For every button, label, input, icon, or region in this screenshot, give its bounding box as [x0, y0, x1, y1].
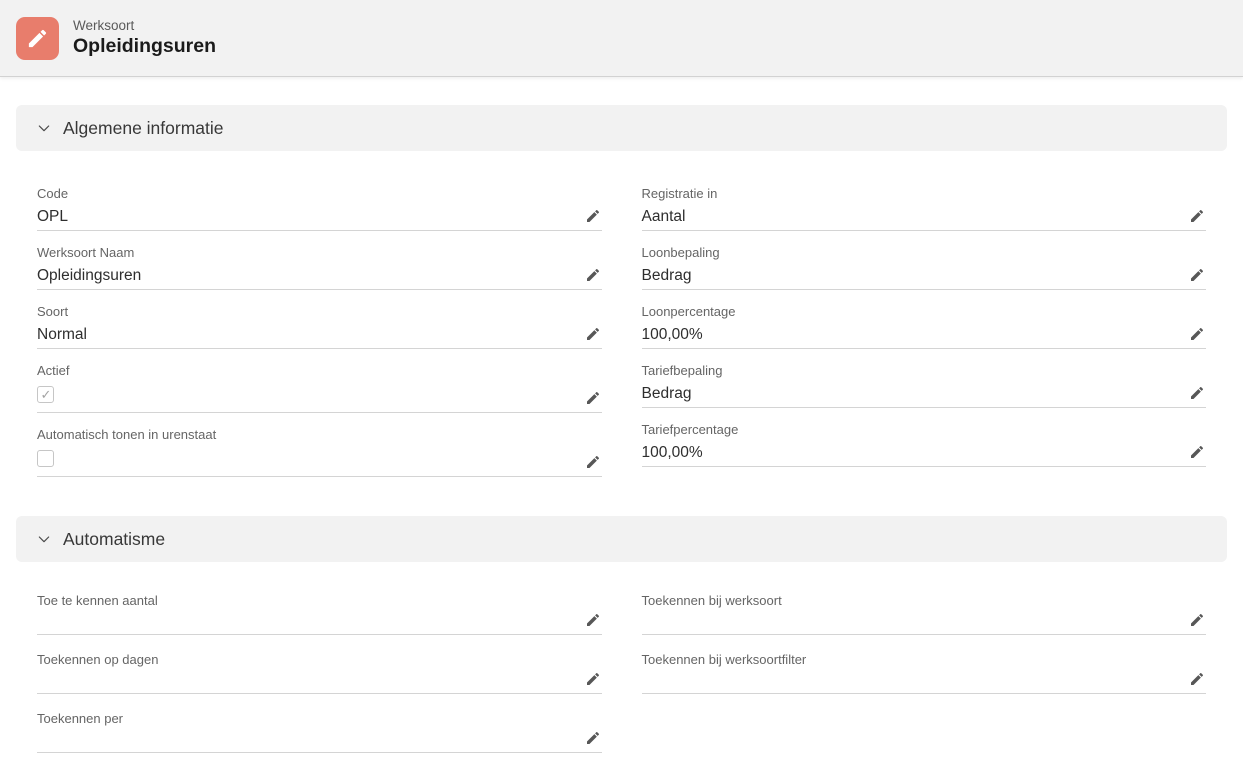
- field-toekennen-op-dagen[interactable]: Toekennen op dagen: [37, 649, 602, 694]
- field-tariefpercentage[interactable]: Tariefpercentage 100,00%: [642, 419, 1207, 467]
- edit-pencil-icon[interactable]: [1189, 267, 1205, 283]
- field-label: Werksoort Naam: [37, 242, 576, 262]
- field-loonpercentage[interactable]: Loonpercentage 100,00%: [642, 301, 1207, 349]
- field-value: 100,00%: [642, 321, 1181, 348]
- field-actief[interactable]: Actief: [37, 360, 602, 413]
- field-value: Normal: [37, 321, 576, 348]
- field-value: Aantal: [642, 203, 1181, 230]
- actief-checkbox[interactable]: [37, 386, 54, 403]
- field-loonbepaling[interactable]: Loonbepaling Bedrag: [642, 242, 1207, 290]
- section-title: Algemene informatie: [63, 118, 224, 139]
- field-label: Soort: [37, 301, 576, 321]
- header-text: Werksoort Opleidingsuren: [73, 17, 216, 59]
- section-header-algemene-informatie[interactable]: Algemene informatie: [16, 105, 1227, 151]
- field-registratie-in[interactable]: Registratie in Aantal: [642, 183, 1207, 231]
- edit-pencil-icon[interactable]: [1189, 385, 1205, 401]
- field-value: [37, 610, 576, 634]
- field-value: [37, 444, 576, 476]
- automation-fields: Toe te kennen aantal Toekennen op dagen …: [37, 590, 1206, 767]
- edit-pencil-icon[interactable]: [585, 454, 601, 470]
- field-label: Toekennen bij werksoortfilter: [642, 649, 1181, 669]
- edit-pencil-icon[interactable]: [1189, 444, 1205, 460]
- entity-type-label: Werksoort: [73, 17, 216, 34]
- page-header: Werksoort Opleidingsuren: [0, 0, 1243, 77]
- page-title: Opleidingsuren: [73, 34, 216, 59]
- field-tariefbepaling[interactable]: Tariefbepaling Bedrag: [642, 360, 1207, 408]
- pencil-icon: [16, 17, 59, 60]
- edit-pencil-icon[interactable]: [585, 267, 601, 283]
- field-value: OPL: [37, 203, 576, 230]
- right-column: Registratie in Aantal Loonbepaling Bedra…: [642, 183, 1207, 488]
- field-label: Registratie in: [642, 183, 1181, 203]
- field-label: Toekennen op dagen: [37, 649, 576, 669]
- right-column: Toekennen bij werksoort Toekennen bij we…: [642, 590, 1207, 767]
- field-value: [37, 380, 576, 412]
- left-column: Toe te kennen aantal Toekennen op dagen …: [37, 590, 602, 767]
- field-label: Toe te kennen aantal: [37, 590, 576, 610]
- field-label: Tariefpercentage: [642, 419, 1181, 439]
- field-value: 100,00%: [642, 439, 1181, 466]
- automatisch-tonen-checkbox[interactable]: [37, 450, 54, 467]
- field-werksoort-naam[interactable]: Werksoort Naam Opleidingsuren: [37, 242, 602, 290]
- chevron-down-icon: [36, 531, 52, 547]
- field-toekennen-bij-werksoort[interactable]: Toekennen bij werksoort: [642, 590, 1207, 635]
- edit-pencil-icon[interactable]: [585, 612, 601, 628]
- general-fields: Code OPL Werksoort Naam Opleidingsuren S…: [37, 183, 1206, 488]
- section-title: Automatisme: [63, 529, 165, 550]
- field-automatisch-tonen[interactable]: Automatisch tonen in urenstaat: [37, 424, 602, 477]
- edit-pencil-icon[interactable]: [1189, 326, 1205, 342]
- field-value: Bedrag: [642, 380, 1181, 407]
- field-label: Toekennen bij werksoort: [642, 590, 1181, 610]
- edit-pencil-icon[interactable]: [585, 390, 601, 406]
- field-value: Bedrag: [642, 262, 1181, 289]
- field-label: Actief: [37, 360, 576, 380]
- edit-pencil-icon[interactable]: [585, 671, 601, 687]
- field-value: Opleidingsuren: [37, 262, 576, 289]
- field-toekennen-bij-werksoortfilter[interactable]: Toekennen bij werksoortfilter: [642, 649, 1207, 694]
- field-label: Automatisch tonen in urenstaat: [37, 424, 576, 444]
- field-label: Loonbepaling: [642, 242, 1181, 262]
- field-label: Loonpercentage: [642, 301, 1181, 321]
- field-value: [642, 610, 1181, 634]
- edit-pencil-icon[interactable]: [585, 730, 601, 746]
- left-column: Code OPL Werksoort Naam Opleidingsuren S…: [37, 183, 602, 488]
- field-toekennen-per[interactable]: Toekennen per: [37, 708, 602, 753]
- field-soort[interactable]: Soort Normal: [37, 301, 602, 349]
- field-label: Toekennen per: [37, 708, 576, 728]
- form-body: Algemene informatie Code OPL Werksoort N…: [0, 105, 1243, 767]
- edit-pencil-icon[interactable]: [1189, 612, 1205, 628]
- field-value: [37, 728, 576, 752]
- field-label: Code: [37, 183, 576, 203]
- field-value: [642, 669, 1181, 693]
- field-label: Tariefbepaling: [642, 360, 1181, 380]
- field-code[interactable]: Code OPL: [37, 183, 602, 231]
- field-value: [37, 669, 576, 693]
- edit-pencil-icon[interactable]: [585, 208, 601, 224]
- field-toe-te-kennen-aantal[interactable]: Toe te kennen aantal: [37, 590, 602, 635]
- chevron-down-icon: [36, 120, 52, 136]
- section-header-automatisme[interactable]: Automatisme: [16, 516, 1227, 562]
- edit-pencil-icon[interactable]: [585, 326, 601, 342]
- edit-pencil-icon[interactable]: [1189, 671, 1205, 687]
- edit-pencil-icon[interactable]: [1189, 208, 1205, 224]
